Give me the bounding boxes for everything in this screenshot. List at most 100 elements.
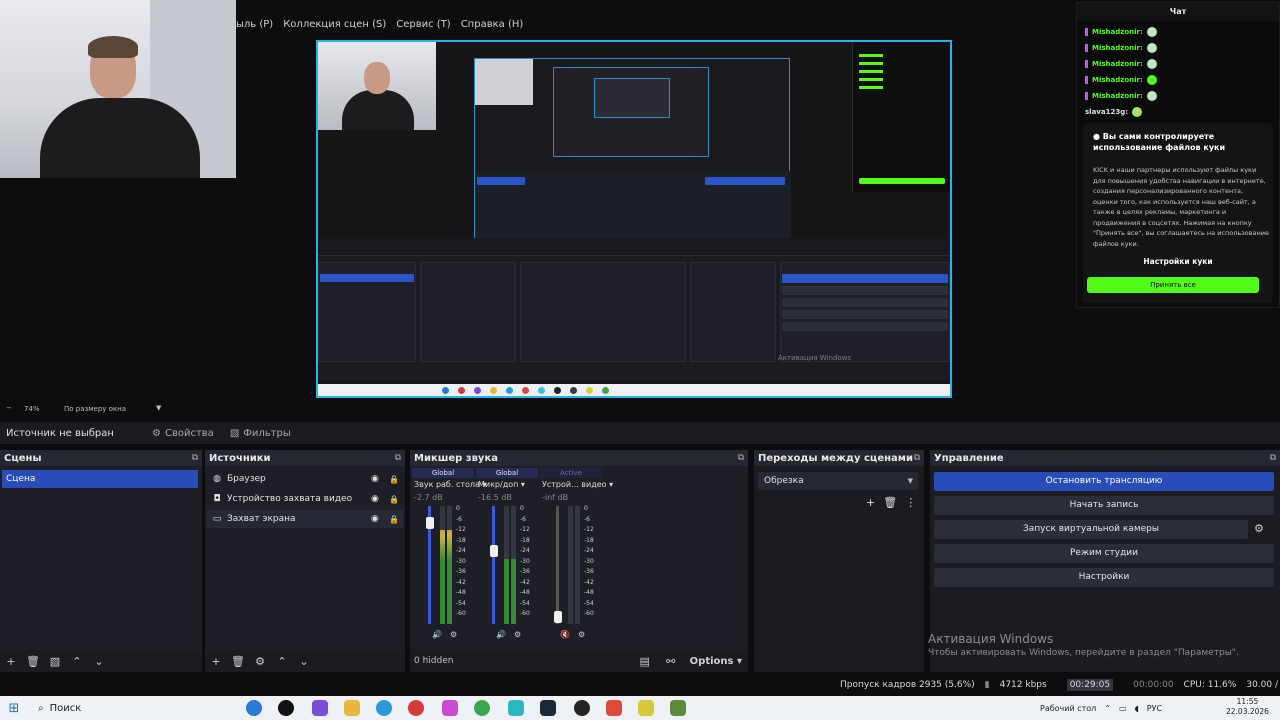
start-virtual-camera-button[interactable]: Запуск виртуальной камеры xyxy=(934,520,1248,539)
move-down-icon[interactable]: ⌄ xyxy=(297,655,311,668)
channel-name: Микр/доп xyxy=(478,480,519,489)
app-icon[interactable] xyxy=(574,700,590,716)
steam-icon[interactable] xyxy=(540,700,556,716)
undock-icon[interactable]: ⧉ xyxy=(192,453,198,463)
yandex-icon[interactable] xyxy=(408,700,424,716)
app-icon[interactable] xyxy=(442,700,458,716)
monitor-icon: ▭ xyxy=(212,514,222,524)
cookie-icon: ● xyxy=(1093,132,1100,141)
yandex-browser-icon[interactable] xyxy=(606,700,622,716)
add-icon[interactable]: + xyxy=(209,655,223,668)
move-down-icon[interactable]: ⌄ xyxy=(92,655,106,668)
menu-item-scene-collection[interactable]: Коллекция сцен (S) xyxy=(283,19,386,30)
undock-icon[interactable]: ⧉ xyxy=(738,453,744,463)
layout-icon[interactable]: ▤ xyxy=(638,655,652,668)
move-up-icon[interactable]: ⌃ xyxy=(275,655,289,668)
activate-windows-watermark: Активация Windows Чтобы активировать Win… xyxy=(928,632,1239,658)
menu-item-tools[interactable]: Сервис (T) xyxy=(396,19,450,30)
fader-knob[interactable] xyxy=(553,610,562,623)
transition-select[interactable]: Обрезка ▼ xyxy=(758,472,918,490)
filters-button[interactable]: ▧ Фильтры xyxy=(222,425,299,442)
meter-tick-label: -30 xyxy=(456,557,466,565)
link-icon[interactable]: ⚯ xyxy=(664,655,678,668)
eye-icon[interactable]: ◉ xyxy=(371,514,379,524)
fader-knob[interactable] xyxy=(489,544,498,557)
meter-tick-label: -12 xyxy=(456,526,466,533)
menu-item-file[interactable]: ыль (P) xyxy=(236,19,273,30)
obs-icon[interactable] xyxy=(312,700,328,716)
zoom-minus-icon[interactable]: − xyxy=(6,404,12,412)
menu-item-help[interactable]: Справка (H) xyxy=(461,19,524,30)
undock-icon[interactable]: ⧉ xyxy=(395,453,401,463)
gear-icon[interactable]: ⚙ xyxy=(514,630,521,639)
cookie-banner: ● Вы сами контролируете использование фа… xyxy=(1083,123,1273,303)
stream-preview[interactable]: Активация Windows xyxy=(316,40,952,398)
dropped-frames: Пропуск кадров 2935 (5.6%) xyxy=(840,680,975,690)
lock-icon[interactable]: 🔒 xyxy=(389,475,399,484)
gear-icon[interactable]: ⚙ xyxy=(578,630,585,639)
trash-icon[interactable]: 🗑 xyxy=(883,496,897,509)
undock-icon[interactable]: ⧉ xyxy=(914,453,920,463)
lock-icon[interactable]: 🔒 xyxy=(389,495,399,504)
fader-knob[interactable] xyxy=(425,516,434,529)
source-item-screen-capture[interactable]: ▭ Захват экрана ◉ 🔒 xyxy=(207,510,403,528)
properties-button[interactable]: ⚙ Свойства xyxy=(144,425,222,442)
volume-fader[interactable] xyxy=(492,506,495,624)
filter-icon[interactable]: ▧ xyxy=(48,655,62,668)
vpn-icon[interactable] xyxy=(508,700,524,716)
settings-button[interactable]: Настройки xyxy=(934,568,1274,587)
windows-start-icon[interactable]: ⊞ xyxy=(0,701,28,716)
media-player-icon[interactable] xyxy=(278,700,294,716)
add-icon[interactable]: + xyxy=(866,496,875,509)
eye-icon[interactable]: ◉ xyxy=(371,494,379,504)
meter-tick-label: -6 xyxy=(520,515,526,523)
speaker-icon[interactable]: 🔊 xyxy=(496,630,506,639)
accept-all-button[interactable]: Принять все xyxy=(1087,277,1259,293)
move-up-icon[interactable]: ⌃ xyxy=(70,655,84,668)
taskbar-search[interactable]: ⌕ Поиск xyxy=(28,696,208,720)
chevron-up-icon[interactable]: ⌃ xyxy=(1104,704,1111,713)
stop-stream-button[interactable]: Остановить трансляцию xyxy=(934,472,1274,491)
volume-fader[interactable] xyxy=(556,506,559,624)
scene-item[interactable]: Сцена xyxy=(2,470,198,488)
app-icon[interactable] xyxy=(638,700,654,716)
gear-icon[interactable]: ⚙ xyxy=(450,630,457,639)
source-item-browser[interactable]: ◍ Браузер ◉ 🔒 xyxy=(207,470,403,488)
trash-icon[interactable]: 🗑 xyxy=(231,655,245,668)
edge-icon[interactable] xyxy=(246,700,262,716)
chevron-down-icon[interactable]: ▼ xyxy=(156,404,161,412)
eye-icon[interactable]: ◉ xyxy=(371,474,379,484)
more-icon[interactable]: ⋮ xyxy=(905,496,916,509)
taskbar-clock[interactable]: 11:55 22.03.2026 xyxy=(1226,697,1269,717)
network-icon[interactable]: ▭ xyxy=(1119,704,1127,713)
options-button[interactable]: Options ▾ xyxy=(690,656,742,667)
start-recording-button[interactable]: Начать запись xyxy=(934,496,1274,515)
zoom-mode[interactable]: По размеру окна xyxy=(64,405,126,413)
folder-icon[interactable] xyxy=(344,700,360,716)
language-indicator[interactable]: РУС xyxy=(1147,704,1162,713)
minecraft-icon[interactable] xyxy=(670,700,686,716)
meter-tick-label: -24 xyxy=(584,547,594,554)
chrome-icon[interactable] xyxy=(474,700,490,716)
desktop-label[interactable]: Рабочий стол xyxy=(1040,704,1096,713)
meter-tick-label: -24 xyxy=(520,547,530,554)
muted-speaker-icon[interactable]: 🔇 xyxy=(560,630,570,639)
lock-icon[interactable]: 🔒 xyxy=(389,515,399,524)
speaker-icon[interactable]: 🔊 xyxy=(432,630,442,639)
chat-title: Чат xyxy=(1077,3,1279,21)
cookie-settings-link[interactable]: Настройки куки xyxy=(1083,257,1273,266)
chevron-down-icon[interactable]: ▾ xyxy=(521,480,525,489)
trash-icon[interactable]: 🗑 xyxy=(26,655,40,668)
add-icon[interactable]: + xyxy=(4,655,18,668)
channel-db: -16.5 dB xyxy=(478,493,512,502)
mixer-channel-video-device: Active Устрой... видео ▾ -inf dB 0 -6 -12 -… xyxy=(540,466,613,646)
telegram-icon[interactable] xyxy=(376,700,392,716)
source-item-video-capture[interactable]: ◘ Устройство захвата видео ◉ 🔒 xyxy=(207,490,403,508)
sources-title: Источники xyxy=(209,452,271,464)
gear-icon[interactable]: ⚙ xyxy=(1254,522,1264,535)
undock-icon[interactable]: ⧉ xyxy=(1270,453,1276,463)
gear-icon[interactable]: ⚙ xyxy=(253,655,267,668)
volume-icon[interactable]: ◖ xyxy=(1135,704,1139,713)
studio-mode-button[interactable]: Режим студии xyxy=(934,544,1274,563)
chevron-down-icon[interactable]: ▾ xyxy=(609,480,613,489)
